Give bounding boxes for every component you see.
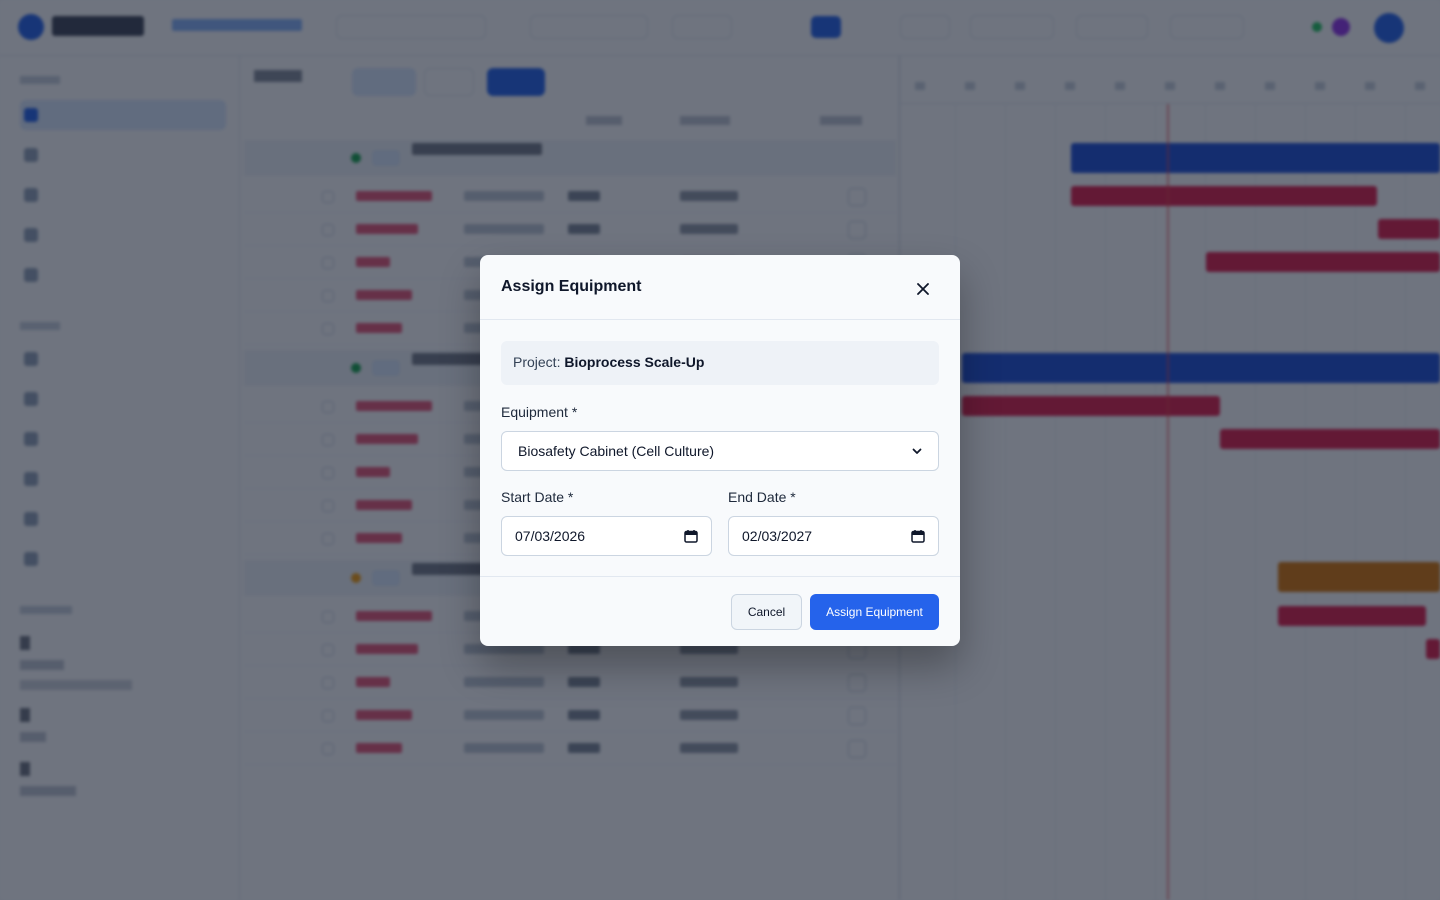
modal-header: Assign Equipment xyxy=(480,255,960,320)
modal-title: Assign Equipment xyxy=(501,278,642,295)
close-button[interactable] xyxy=(908,274,938,304)
start-date-label: Start Date * xyxy=(501,489,574,505)
equipment-select[interactable]: Biosafety Cabinet (Cell Culture) xyxy=(501,431,939,471)
assign-equipment-button[interactable]: Assign Equipment xyxy=(810,594,939,630)
project-prefix: Project: xyxy=(513,354,565,370)
end-date-input[interactable]: 02/03/2027 xyxy=(728,516,939,556)
project-info: Project: Bioprocess Scale-Up xyxy=(501,341,939,385)
calendar-icon[interactable] xyxy=(911,529,925,543)
calendar-icon[interactable] xyxy=(684,529,698,543)
end-date-value: 02/03/2027 xyxy=(742,528,813,544)
end-date-label: End Date * xyxy=(728,489,796,505)
chevron-down-icon xyxy=(912,448,922,454)
start-date-input[interactable]: 07/03/2026 xyxy=(501,516,712,556)
project-name: Bioprocess Scale-Up xyxy=(564,354,705,370)
cancel-button[interactable]: Cancel xyxy=(731,594,802,630)
equipment-selected-value: Biosafety Cabinet (Cell Culture) xyxy=(518,443,715,459)
equipment-label: Equipment * xyxy=(501,404,578,420)
start-date-value: 07/03/2026 xyxy=(515,528,586,544)
close-icon xyxy=(917,283,929,295)
modal-footer: Cancel Assign Equipment xyxy=(480,576,960,646)
assign-equipment-modal: Assign Equipment Project: Bioprocess Sca… xyxy=(480,255,960,646)
